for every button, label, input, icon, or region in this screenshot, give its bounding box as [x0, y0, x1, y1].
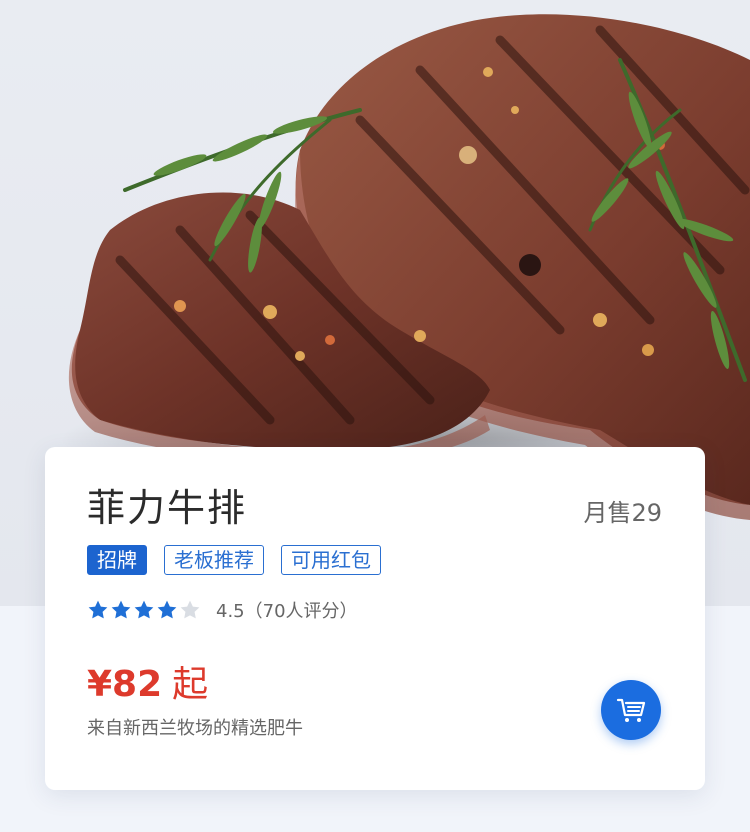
monthly-sales: 月售29 [583, 499, 662, 527]
product-card[interactable]: 菲力牛排 月售29 招牌 老板推荐 可用红包 4.5（70人评分） ¥82 起 来… [45, 447, 705, 790]
star-empty-icon [180, 600, 200, 619]
tag-signature: 招牌 [87, 545, 147, 575]
product-title: 菲力牛排 [87, 486, 248, 530]
product-description: 来自新西兰牧场的精选肥牛 [87, 718, 303, 739]
star-filled-icon [88, 600, 108, 619]
product-tags: 招牌 老板推荐 可用红包 [87, 545, 381, 575]
rating-text: 4.5（70人评分） [216, 601, 358, 622]
star-rating [87, 599, 201, 621]
rating: 4.5（70人评分） [87, 597, 358, 623]
star-filled-icon [111, 600, 131, 619]
tag-owner-recommended: 老板推荐 [164, 545, 264, 575]
price: ¥82 起 [87, 663, 208, 707]
add-to-cart-button[interactable] [601, 680, 661, 740]
price-suffix: 起 [172, 664, 209, 705]
tag-coupon-available: 可用红包 [281, 545, 381, 575]
shopping-cart-icon [616, 698, 646, 722]
price-value: ¥82 [87, 664, 163, 705]
star-filled-icon [157, 600, 177, 619]
star-filled-icon [134, 600, 154, 619]
